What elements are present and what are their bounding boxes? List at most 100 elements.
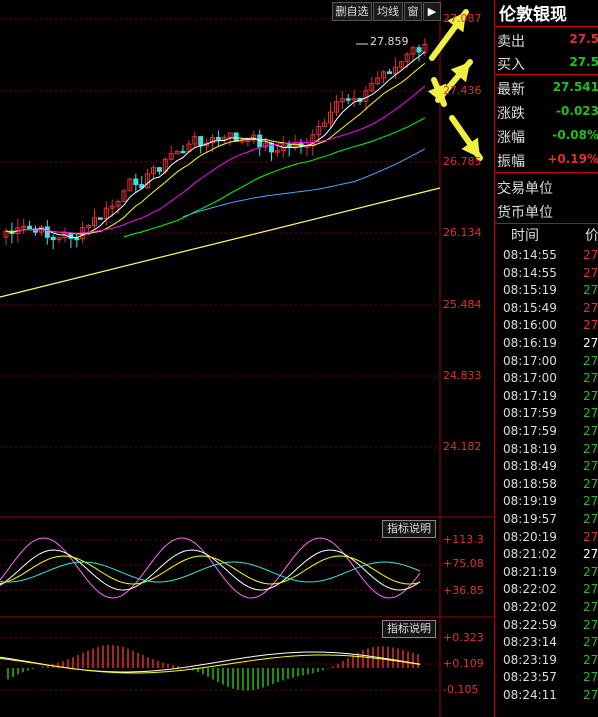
- indicator1-info-button[interactable]: 指标说明: [382, 520, 436, 538]
- tick-time: 08:20:19: [503, 529, 557, 544]
- ma10-line: [5, 63, 426, 235]
- tick-price: 27: [583, 529, 598, 544]
- tick-time: 08:19:57: [503, 512, 557, 526]
- tick-time: 08:23:14: [503, 635, 557, 650]
- tick-time: 08:22:02: [503, 600, 557, 614]
- instrument-title: 伦敦银现: [499, 5, 567, 25]
- tick-time: 08:15:19: [503, 283, 557, 298]
- tick-price: 27: [583, 388, 598, 403]
- pct-label: 涨幅: [497, 130, 525, 146]
- remove-watchlist-button[interactable]: 删自选: [332, 2, 372, 21]
- expand-arrow-button[interactable]: ▶: [423, 2, 441, 21]
- tick-price: 27: [583, 564, 598, 579]
- sell-row: 卖出 27.5: [495, 28, 598, 52]
- tick-row: 08:15:19 27: [495, 283, 598, 300]
- candle-body: [416, 47, 422, 53]
- tick-price: 27: [583, 688, 598, 702]
- tick-price: 27: [583, 424, 598, 438]
- tick-time: 08:16:00: [503, 318, 557, 333]
- tick-row: 08:14:55 27: [495, 248, 598, 265]
- tick-price: 27: [583, 652, 598, 667]
- tick-price: 27: [583, 547, 598, 562]
- buy-label: 买入: [497, 57, 525, 73]
- amplitude-label: 振幅: [497, 154, 525, 170]
- change-value: -0.023: [556, 104, 598, 118]
- candle-body: [233, 132, 239, 142]
- tick-price: 27: [583, 265, 598, 280]
- tick-price: 27: [583, 318, 598, 333]
- time-column-header: 时间: [511, 228, 539, 244]
- tick-row: 08:22:59 27: [495, 618, 598, 635]
- tick-time: 08:16:19: [503, 336, 557, 350]
- pct-row: 涨幅 -0.08%: [495, 124, 598, 148]
- candle-body: [345, 98, 351, 101]
- currency-row: 货币单位: [495, 199, 598, 223]
- ma30-line: [123, 117, 426, 238]
- high-price-marker: 27.859: [370, 35, 409, 48]
- tick-table-header: 时间 价: [495, 224, 598, 246]
- price-axis-label: 25.484: [443, 298, 482, 311]
- indicator2-axis-label: +0.323: [443, 631, 484, 644]
- moving-average-button[interactable]: 均线: [373, 2, 403, 21]
- last-label: 最新: [497, 82, 525, 98]
- candle-body: [180, 150, 186, 154]
- last-row: 最新 27.541: [495, 76, 598, 100]
- tick-price: 27: [583, 512, 598, 526]
- tick-row: 08:17:59 27: [495, 406, 598, 423]
- tick-row: 08:16:19 27: [495, 336, 598, 353]
- tick-row: 08:19:19 27: [495, 494, 598, 511]
- candle-body: [133, 178, 139, 186]
- unit-row: 交易单位: [495, 175, 598, 199]
- tick-row: 08:17:00 27: [495, 354, 598, 371]
- tick-price: 27: [583, 476, 598, 491]
- buy-value: 27.5: [569, 55, 598, 69]
- tick-row: 08:24:11 27: [495, 688, 598, 705]
- candle-body: [74, 237, 80, 241]
- window-button[interactable]: 窗: [404, 2, 422, 21]
- tick-row: 08:23:57 27: [495, 670, 598, 687]
- candle-body: [198, 136, 204, 147]
- tick-price: 27: [583, 371, 598, 386]
- tick-row: 08:16:00 27: [495, 318, 598, 335]
- tick-time: 08:17:59: [503, 406, 557, 421]
- indicator1-d-line: [0, 555, 421, 585]
- tick-row: 08:23:19 27: [495, 653, 598, 670]
- price-axis-label: 27.087: [443, 12, 482, 25]
- tick-row: 08:21:02 27: [495, 547, 598, 564]
- tick-price: 27: [583, 336, 598, 350]
- tick-price: 27: [583, 459, 598, 474]
- tick-price: 27: [583, 283, 598, 298]
- tick-row: 08:18:19 27: [495, 442, 598, 459]
- pct-value: -0.08%: [552, 128, 598, 142]
- tick-row: 08:23:14 27: [495, 635, 598, 652]
- last-value: 27.541: [552, 80, 598, 94]
- tick-row: 08:21:19 27: [495, 565, 598, 582]
- tick-time: 08:18:19: [503, 441, 557, 456]
- candle-body: [27, 225, 33, 230]
- indicator2-info-button[interactable]: 指标说明: [382, 620, 436, 638]
- candle-body: [215, 137, 221, 140]
- tick-time: 08:21:02: [503, 547, 557, 562]
- tick-time: 08:17:00: [503, 353, 557, 368]
- chart-area[interactable]: 删自选 均线 窗 ▶ 27.087 27.436 26.785 26.134 2…: [0, 0, 494, 717]
- sell-label: 卖出: [497, 34, 525, 50]
- tick-time: 08:17:19: [503, 388, 557, 403]
- tick-row: 08:17:19 27: [495, 389, 598, 406]
- tick-time: 08:18:58: [503, 476, 557, 491]
- price-axis-label: 24.182: [443, 440, 482, 453]
- buy-row: 买入 27.5: [495, 51, 598, 75]
- tick-price: 27: [583, 582, 598, 597]
- candle-body: [97, 217, 103, 220]
- tick-row: 08:17:00 27: [495, 371, 598, 388]
- price-axis-label: 26.785: [443, 155, 482, 168]
- tick-price: 27: [583, 600, 598, 614]
- candle-body: [44, 226, 50, 238]
- amplitude-value: +0.19%: [547, 152, 598, 166]
- tick-time: 08:23:19: [503, 652, 557, 667]
- tick-price: 27: [583, 406, 598, 421]
- tick-price: 27: [583, 494, 598, 509]
- tick-price: 27: [583, 353, 598, 368]
- ma60-line: [182, 148, 426, 218]
- candlestick-chart[interactable]: [0, 0, 494, 717]
- tick-time: 08:19:19: [503, 494, 557, 509]
